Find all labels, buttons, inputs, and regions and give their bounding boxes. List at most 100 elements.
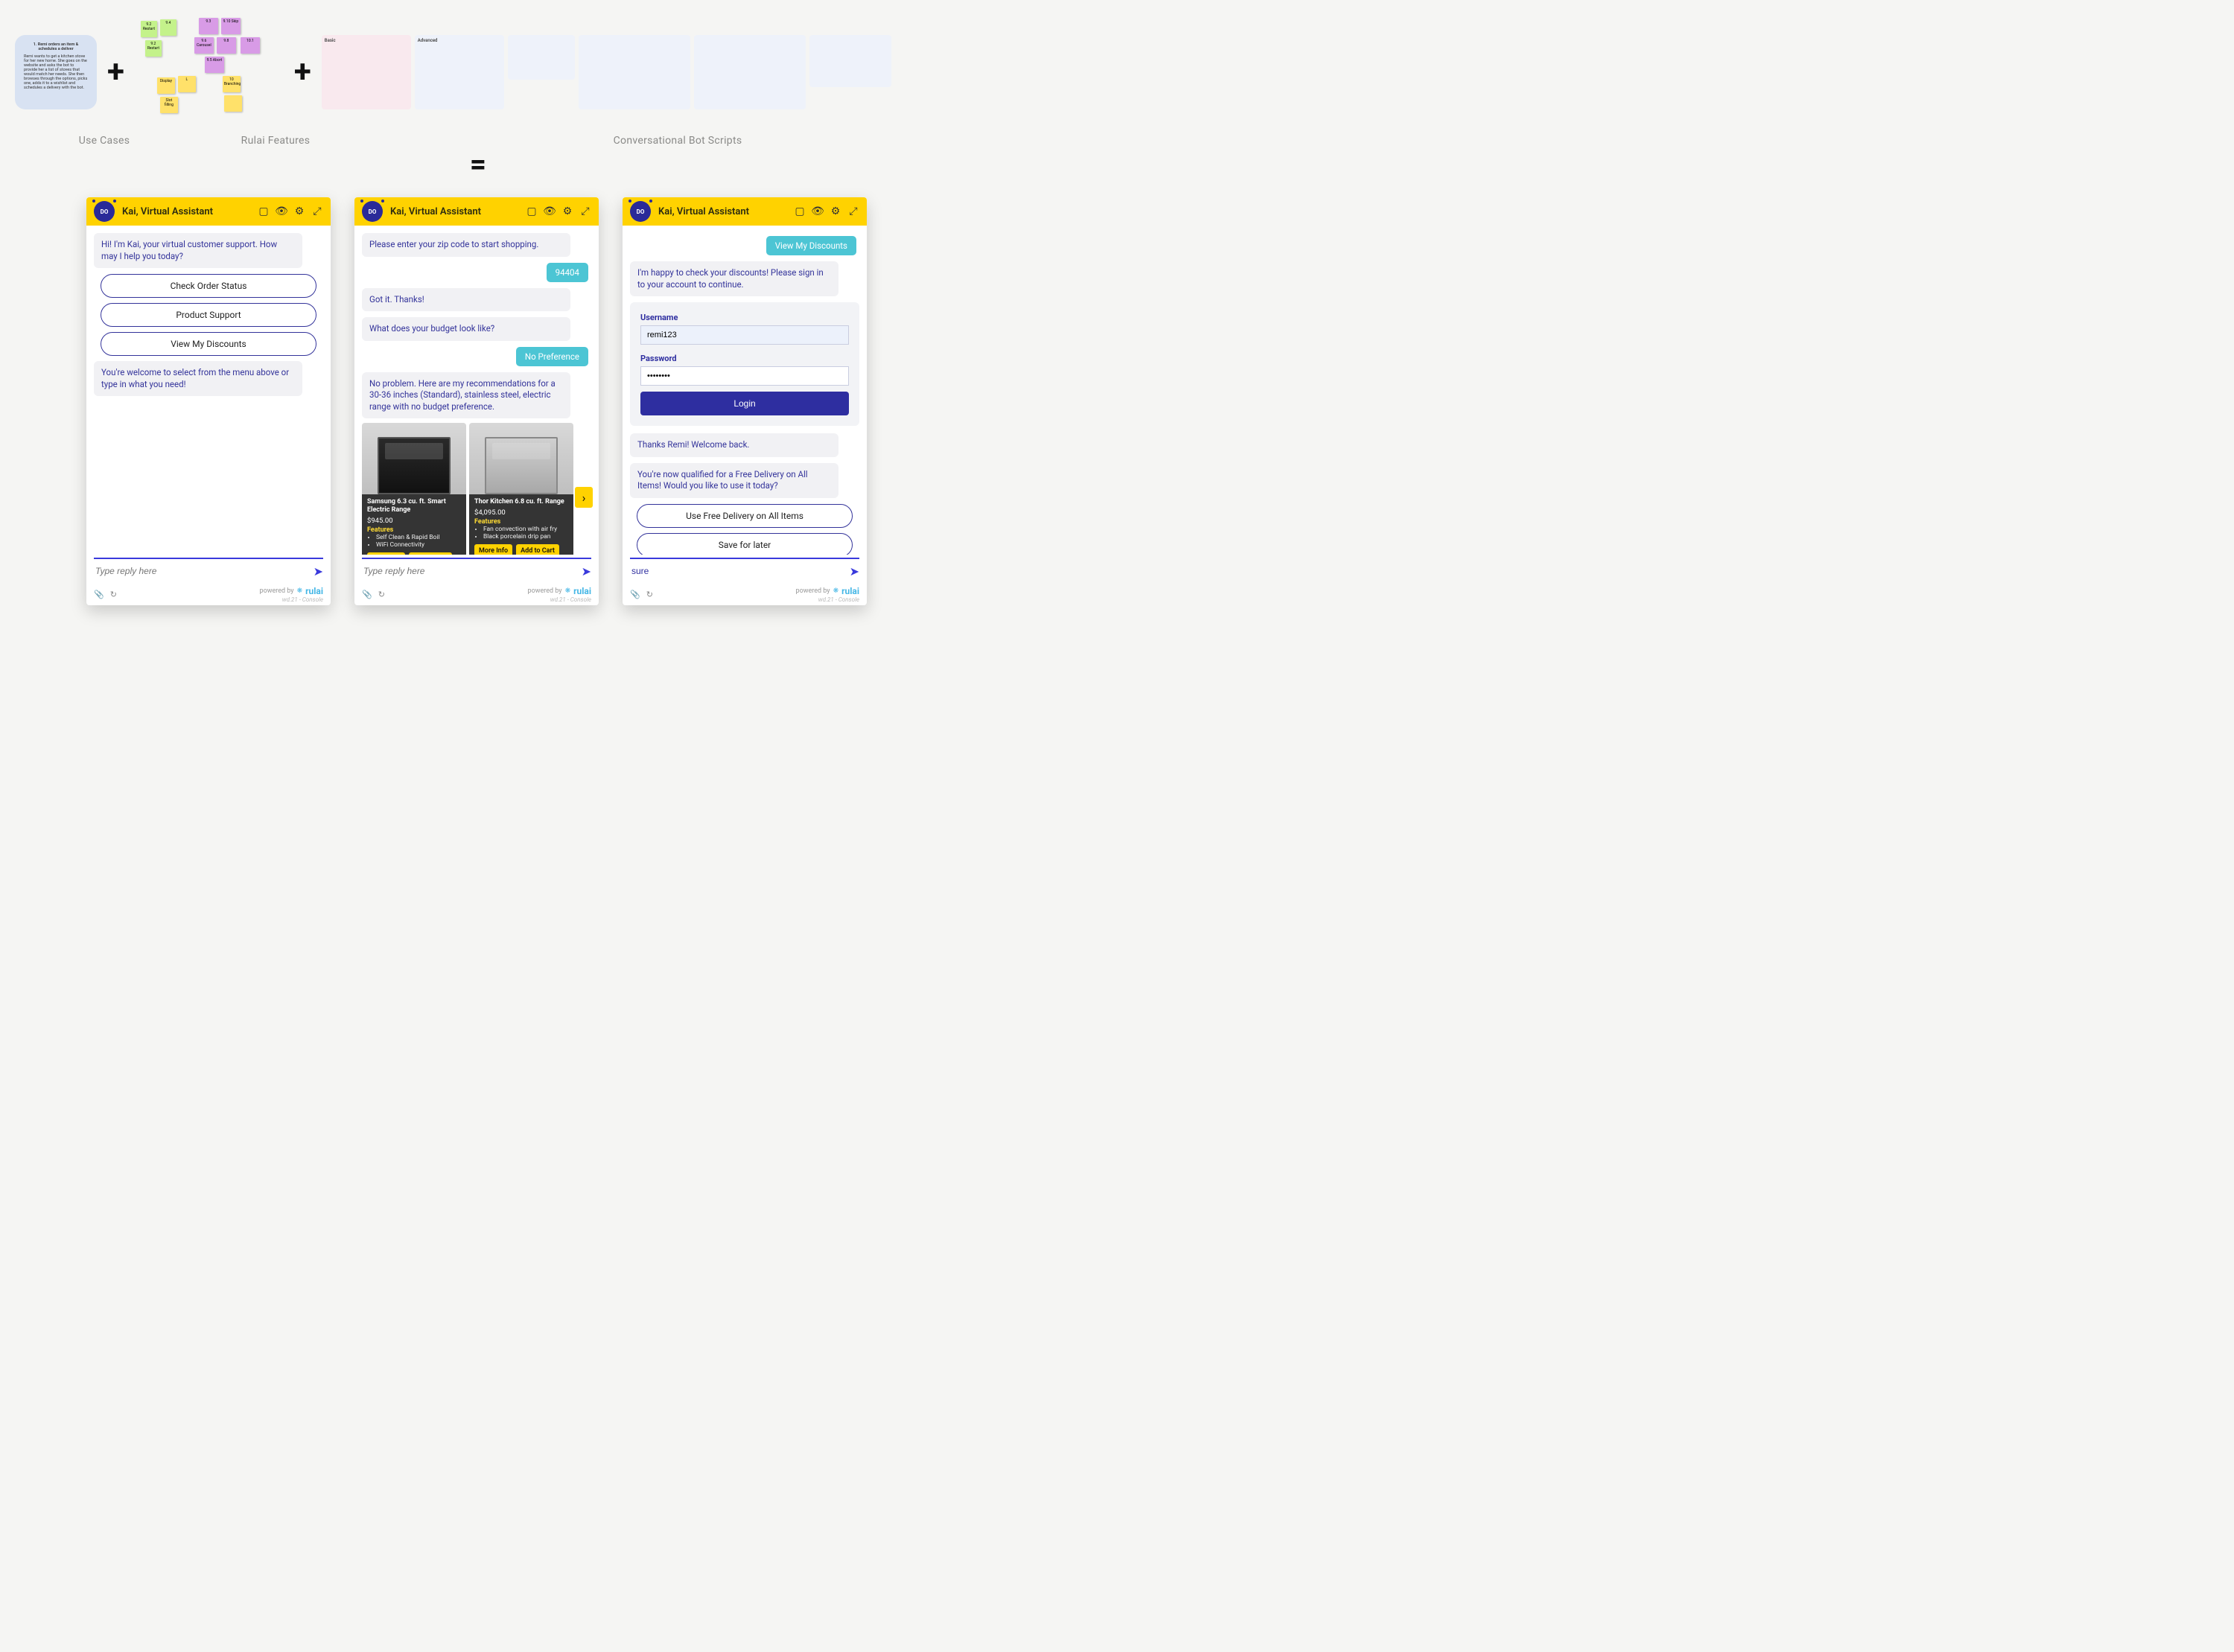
gear-icon[interactable]: ⚙: [293, 205, 305, 217]
product-feature: WiFi Connectivity: [376, 541, 461, 549]
expand-icon[interactable]: ⤢: [311, 205, 323, 217]
sticky-note: 10.1: [241, 37, 260, 54]
carousel-next-icon[interactable]: ›: [575, 487, 593, 508]
product-price: $945.00: [367, 517, 461, 525]
chat-header-icons: ▢ 👁 ⚙ ⤢: [794, 205, 859, 217]
option-save-later[interactable]: Save for later: [637, 533, 853, 555]
sticky-note: Slot filling: [160, 97, 178, 113]
sticky-note: 9.5 Abort: [205, 57, 224, 73]
send-icon[interactable]: ➤: [582, 564, 591, 578]
rulai-logo-icon: ❋: [565, 587, 571, 595]
add-to-cart-button[interactable]: Add to Cart: [516, 544, 559, 555]
eye-icon[interactable]: 👁: [812, 205, 824, 217]
rulai-brand: rulai: [573, 586, 591, 596]
send-icon[interactable]: ➤: [850, 564, 859, 578]
option-use-delivery[interactable]: Use Free Delivery on All Items: [637, 504, 853, 528]
use-case-block: 1. Remi orders an item & schedules a del…: [15, 35, 97, 109]
username-label: Username: [640, 313, 849, 322]
sticky-cluster: 9.2 Restart 9.4 9.2 Restart 9.3 9.10 Ski…: [135, 18, 284, 126]
sticky-note: Display: [157, 77, 175, 94]
sticky-note: L: [178, 76, 196, 92]
login-button[interactable]: Login: [640, 392, 849, 415]
features-label: Features: [367, 526, 461, 534]
bot-avatar-icon: DO: [94, 201, 115, 222]
expand-icon[interactable]: ⤢: [847, 205, 859, 217]
chat-header: DO Kai, Virtual Assistant ▢ 👁 ⚙ ⤢: [86, 197, 331, 226]
chat-input-row: ➤: [630, 558, 859, 583]
refresh-icon[interactable]: ↻: [110, 590, 117, 599]
save-icon[interactable]: ▢: [794, 205, 806, 217]
chat-body: Please enter your zip code to start shop…: [354, 226, 599, 558]
option-product-support[interactable]: Product Support: [101, 303, 316, 327]
attachment-icon[interactable]: 📎: [94, 590, 104, 599]
save-icon[interactable]: ▢: [258, 205, 270, 217]
formula-row: 1. Remi orders an item & schedules a del…: [0, 0, 953, 132]
script-card: Basic: [322, 35, 411, 109]
footer-sub: wd.21 - Console: [282, 596, 323, 603]
username-field[interactable]: [640, 325, 849, 345]
attachment-icon[interactable]: 📎: [362, 590, 372, 599]
password-field[interactable]: [640, 366, 849, 386]
use-case-body: Remi wants to get a kitchen stove for he…: [24, 54, 88, 90]
chat-input[interactable]: [94, 563, 314, 579]
scripts-block: Basic Advanced: [322, 35, 891, 109]
sticky-note: [224, 95, 242, 112]
chat-window-3: DO Kai, Virtual Assistant ▢ 👁 ⚙ ⤢ View M…: [623, 197, 867, 605]
script-card-title: Advanced: [418, 38, 501, 43]
chat-header: DO Kai, Virtual Assistant ▢ 👁 ⚙ ⤢: [623, 197, 867, 226]
bot-message: You're welcome to select from the menu a…: [94, 361, 302, 396]
user-message-budget: No Preference: [516, 347, 588, 366]
product-feature: Black porcelain drip pan: [483, 533, 568, 540]
chat-body: View My Discounts I'm happy to check you…: [623, 226, 867, 558]
password-label: Password: [640, 354, 849, 363]
use-case-card: 1. Remi orders an item & schedules a del…: [15, 35, 97, 109]
add-to-cart-button[interactable]: Add to Cart: [409, 552, 452, 555]
bot-message: You're now qualified for a Free Delivery…: [630, 463, 838, 498]
eye-icon[interactable]: 👁: [544, 205, 556, 217]
chat-header-icons: ▢ 👁 ⚙ ⤢: [526, 205, 591, 217]
script-card: Advanced: [415, 35, 504, 109]
chat-scroll[interactable]: Please enter your zip code to start shop…: [362, 233, 594, 555]
chat-scroll[interactable]: View My Discounts I'm happy to check you…: [630, 233, 862, 555]
use-cases-label: Use Cases: [30, 135, 179, 147]
chat-title: Kai, Virtual Assistant: [122, 206, 213, 217]
option-view-discounts[interactable]: View My Discounts: [101, 332, 316, 356]
bot-message: Thanks Remi! Welcome back.: [630, 433, 838, 457]
footer-sub: wd.21 - Console: [818, 596, 859, 603]
chat-input[interactable]: [362, 563, 582, 579]
expand-icon[interactable]: ⤢: [579, 205, 591, 217]
user-message-zip: 94404: [547, 263, 588, 282]
scripts-row: Basic Advanced: [322, 35, 891, 109]
product-carousel: Samsung 6.3 cu. ft. Smart Electric Range…: [362, 423, 591, 555]
chats-row: DO Kai, Virtual Assistant ▢ 👁 ⚙ ⤢ Hi! I'…: [0, 188, 953, 620]
product-price: $4,095.00: [474, 508, 568, 517]
footer-sub: wd.21 - Console: [550, 596, 591, 603]
save-icon[interactable]: ▢: [526, 205, 538, 217]
gear-icon[interactable]: ⚙: [561, 205, 573, 217]
chat-footer: 📎 ↻ powered by ❋ rulai wd.21 - Console: [623, 583, 867, 605]
option-check-order[interactable]: Check Order Status: [101, 274, 316, 298]
sticky-note: 9.8: [217, 37, 236, 54]
chat-header-icons: ▢ 👁 ⚙ ⤢: [258, 205, 323, 217]
equals-icon: =: [470, 148, 483, 181]
powered-by-label: powered by: [528, 587, 562, 595]
bot-message: What does your budget look like?: [362, 317, 570, 341]
use-case-title: 1. Remi orders an item & schedules a del…: [24, 42, 88, 51]
eye-icon[interactable]: 👁: [276, 205, 287, 217]
more-info-button[interactable]: More Info: [474, 544, 512, 555]
chat-footer: 📎 ↻ powered by ❋ rulai wd.21 - Console: [86, 583, 331, 605]
rulai-logo-icon: ❋: [833, 587, 839, 595]
sticky-note: 9.6 Carousel: [194, 37, 214, 54]
send-icon[interactable]: ➤: [314, 564, 323, 578]
sticky-note: 9.2 Restart: [145, 40, 162, 57]
chat-scroll[interactable]: Hi! I'm Kai, your virtual customer suppo…: [94, 233, 326, 555]
gear-icon[interactable]: ⚙: [830, 205, 841, 217]
more-info-button[interactable]: More Info: [367, 552, 405, 555]
bot-message: Hi! I'm Kai, your virtual customer suppo…: [94, 233, 302, 268]
attachment-icon[interactable]: 📎: [630, 590, 640, 599]
refresh-icon[interactable]: ↻: [646, 590, 653, 599]
chat-input[interactable]: [630, 563, 850, 579]
refresh-icon[interactable]: ↻: [378, 590, 385, 599]
bot-avatar-icon: DO: [362, 201, 383, 222]
equals-symbol-wrap: =: [0, 148, 953, 181]
